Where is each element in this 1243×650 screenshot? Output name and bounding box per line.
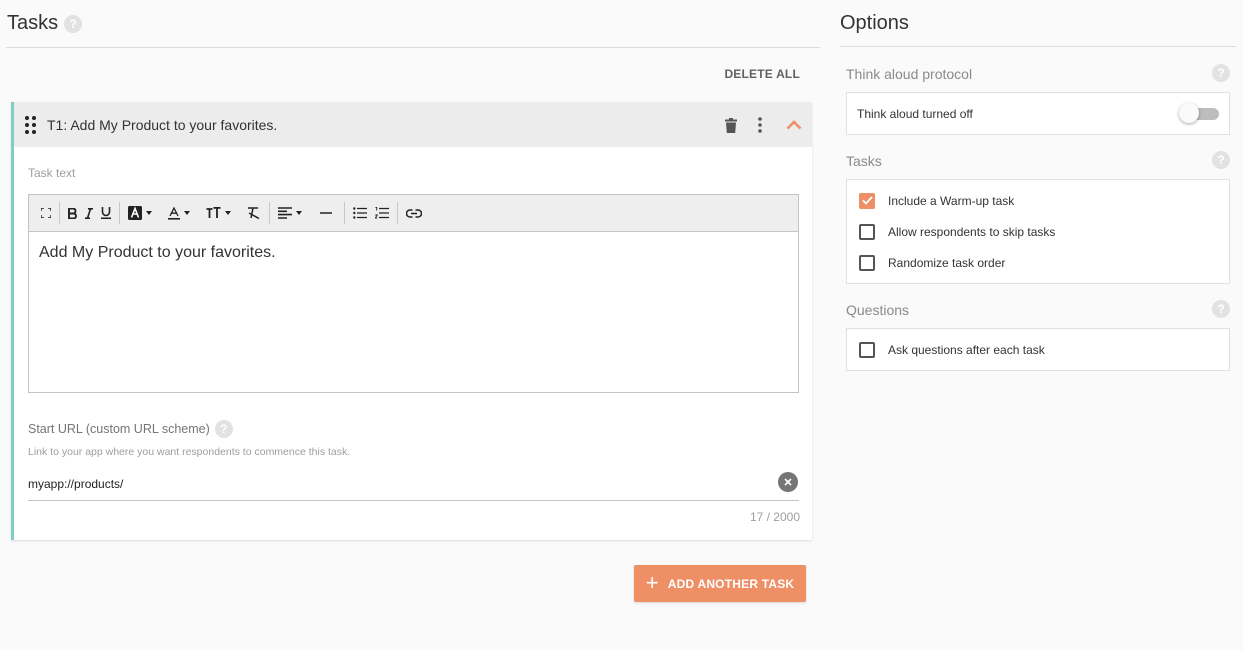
ask-questions-option[interactable]: Ask questions after each task (847, 334, 1229, 365)
rich-text-editor: Add My Product to your favorites. (28, 194, 799, 393)
think-aloud-box: Think aloud turned off (846, 92, 1230, 135)
task-card: T1: Add My Product to your favorites. Ta… (11, 102, 812, 540)
bullet-list-icon[interactable] (349, 201, 371, 225)
task-text-label: Task text (28, 166, 76, 180)
think-aloud-row: Think aloud turned off (847, 93, 1229, 134)
toolbar-divider (119, 202, 120, 224)
page-title: Tasks (7, 12, 59, 34)
options-title: Options (840, 11, 909, 34)
start-url-input[interactable] (28, 468, 768, 498)
help-icon[interactable]: ? (64, 15, 83, 33)
text-color-icon[interactable] (164, 201, 194, 225)
option-label: Randomize task order (888, 255, 1006, 270)
toolbar-divider (344, 202, 345, 224)
warmup-task-option[interactable]: Include a Warm-up task (847, 185, 1229, 216)
checkbox-checked-icon[interactable] (859, 192, 875, 209)
help-icon[interactable]: ? (1212, 300, 1230, 318)
options-header: Options (840, 0, 1236, 47)
start-url-field (28, 468, 799, 501)
fullscreen-icon[interactable] (37, 201, 55, 225)
options-panel: Options Think aloud protocol ? Think alo… (840, 0, 1236, 371)
toolbar-divider (269, 202, 270, 224)
checkbox-icon[interactable] (859, 254, 875, 271)
help-icon[interactable]: ? (1212, 64, 1230, 82)
option-label: Ask questions after each task (888, 342, 1045, 357)
clear-formatting-icon[interactable] (243, 201, 265, 225)
questions-options-box: Ask questions after each task (846, 328, 1230, 371)
underline-icon[interactable] (97, 201, 115, 225)
bold-icon[interactable] (64, 201, 81, 225)
plus-icon: + (645, 569, 659, 595)
help-icon[interactable]: ? (1212, 151, 1230, 169)
link-icon[interactable] (402, 201, 426, 225)
highlight-color-icon[interactable] (124, 201, 156, 225)
editor-toolbar (29, 195, 798, 232)
checkbox-icon[interactable] (859, 223, 875, 240)
char-counter: 17 / 2000 (749, 510, 800, 524)
delete-task-icon[interactable] (720, 114, 742, 136)
font-size-icon[interactable] (202, 201, 235, 225)
option-label: Allow respondents to skip tasks (888, 224, 1056, 239)
task-header[interactable]: T1: Add My Product to your favorites. (14, 102, 812, 147)
add-another-task-button[interactable]: + ADD ANOTHER TASK (634, 565, 806, 602)
tasks-header: Tasks ? (6, 0, 820, 48)
horizontal-rule-icon[interactable] (316, 201, 336, 225)
help-icon[interactable]: ? (214, 420, 233, 438)
toolbar-divider (59, 202, 60, 224)
task-title: T1: Add My Product to your favorites. (47, 117, 278, 133)
tasks-options-box: Include a Warm-up task Allow respondents… (846, 179, 1230, 284)
tasks-panel: Tasks ? DELETE ALL T1: Add My Product to… (6, 0, 820, 540)
think-aloud-section-label: Think aloud protocol (846, 66, 973, 82)
think-aloud-toggle[interactable] (1179, 103, 1219, 123)
delete-all-row: DELETE ALL (6, 48, 820, 102)
start-url-label-row: Start URL (custom URL scheme) ? (28, 420, 233, 438)
more-options-icon[interactable] (749, 114, 771, 136)
skip-tasks-option[interactable]: Allow respondents to skip tasks (847, 216, 1229, 247)
randomize-order-option[interactable]: Randomize task order (847, 247, 1229, 278)
start-url-hint: Link to your app where you want responde… (28, 446, 351, 458)
think-aloud-status-text: Think aloud turned off (857, 106, 973, 121)
collapse-chevron-icon[interactable] (783, 114, 805, 136)
align-icon[interactable] (274, 201, 306, 225)
delete-all-button[interactable]: DELETE ALL (724, 67, 800, 81)
questions-section-label: Questions (846, 302, 910, 318)
clear-input-icon[interactable] (778, 472, 798, 492)
numbered-list-icon[interactable] (371, 201, 393, 225)
task-text-editor[interactable]: Add My Product to your favorites. (29, 232, 798, 274)
add-another-task-label: ADD ANOTHER TASK (667, 576, 795, 591)
option-label: Include a Warm-up task (888, 193, 1015, 208)
checkbox-icon[interactable] (859, 341, 875, 358)
start-url-label: Start URL (custom URL scheme) (28, 422, 210, 436)
drag-handle-icon[interactable] (25, 116, 37, 134)
tasks-options-section-label: Tasks (846, 153, 882, 169)
italic-icon[interactable] (81, 201, 97, 225)
toolbar-divider (397, 202, 398, 224)
